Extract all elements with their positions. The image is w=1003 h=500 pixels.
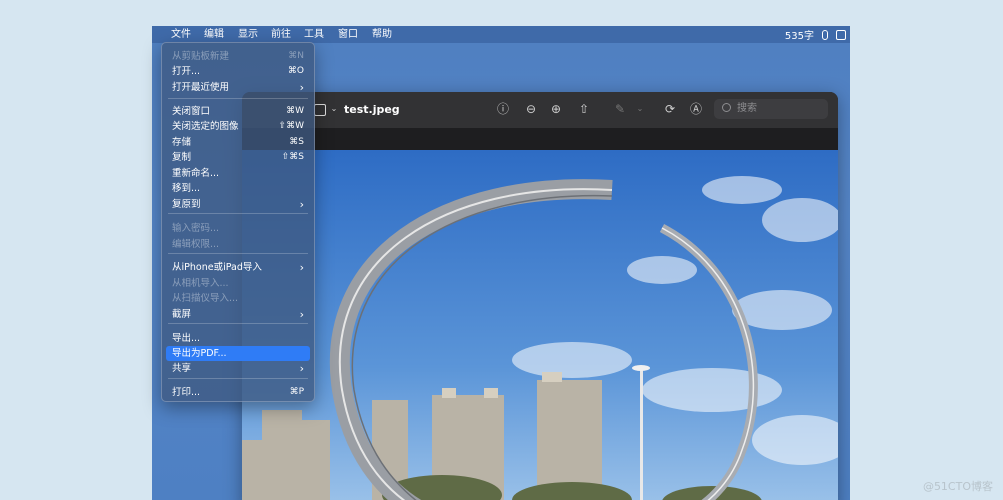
menu-separator: [168, 378, 308, 379]
menu-separator: [168, 323, 308, 324]
chevron-right-icon: ›: [299, 308, 304, 321]
menu-item-duplicate[interactable]: 复制 ⇧⌘S: [166, 150, 310, 165]
menu-help[interactable]: 帮助: [372, 26, 392, 43]
shortcut-label: ⌘N: [288, 51, 304, 61]
menu-go[interactable]: 前往: [271, 26, 291, 43]
chevron-down-icon[interactable]: ⌄: [326, 101, 342, 117]
menu-item-save[interactable]: 存储 ⌘S: [166, 135, 310, 150]
chevron-right-icon: ›: [299, 81, 304, 94]
markup-pen-icon[interactable]: ✎: [612, 101, 628, 117]
info-icon[interactable]: ⓘ: [495, 101, 511, 117]
menu-item-print[interactable]: 打印... ⌘P: [166, 385, 310, 400]
share-icon[interactable]: ⇧: [576, 101, 592, 117]
menu-item-export-as-pdf[interactable]: 导出为PDF...: [166, 346, 310, 361]
microphone-icon[interactable]: [822, 29, 828, 40]
menu-item-close-window[interactable]: 关闭窗口 ⌘W: [166, 104, 310, 119]
shortcut-label: ⌘P: [289, 387, 304, 397]
menu-item-label: 导出为PDF...: [172, 348, 227, 359]
menu-separator: [168, 98, 308, 99]
menu-item-label: 编辑权限...: [172, 239, 220, 250]
menu-item-label: 关闭窗口: [172, 106, 211, 117]
menu-item-export[interactable]: 导出...: [166, 331, 310, 346]
menu-item-screenshot[interactable]: 截屏 ›: [166, 307, 310, 322]
shortcut-label: ⇧⌘S: [281, 152, 304, 162]
zoom-out-icon[interactable]: ⊖: [523, 101, 539, 117]
toolbar: ⌄ test.jpeg ⓘ ⊖ ⊕ ⇧ ✎ ⌄ ⟳ Ⓐ 搜索: [242, 92, 838, 128]
window-title: test.jpeg: [344, 103, 400, 116]
watermark: @51CTO博客: [922, 480, 993, 493]
menu-bar: 文件 编辑 显示 前往 工具 窗口 帮助 535字: [152, 26, 850, 43]
preview-window: ⌄ test.jpeg ⓘ ⊖ ⊕ ⇧ ✎ ⌄ ⟳ Ⓐ 搜索: [242, 92, 838, 500]
photo-image: [242, 150, 838, 500]
chevron-right-icon: ›: [299, 362, 304, 375]
markup-chevron-icon[interactable]: ⌄: [632, 101, 648, 117]
rotate-icon[interactable]: ⟳: [662, 101, 678, 117]
menu-item-label: 从iPhone或iPad导入: [172, 262, 262, 273]
menu-view[interactable]: 显示: [238, 26, 258, 43]
zoom-in-icon[interactable]: ⊕: [548, 101, 564, 117]
search-placeholder: 搜索: [737, 103, 757, 114]
menu-edit[interactable]: 编辑: [204, 26, 224, 43]
search-icon: [722, 103, 731, 112]
menu-item-label: 导出...: [172, 333, 201, 344]
menu-item-label: 重新命名...: [172, 168, 220, 179]
toolbar-strip: [242, 128, 838, 150]
menu-item-new-from-clipboard[interactable]: 从剪贴板新建 ⌘N: [166, 49, 310, 64]
menu-item-label: 从扫描仪导入...: [172, 293, 239, 304]
menu-item-share[interactable]: 共享 ›: [166, 361, 310, 376]
shortcut-label: ⌘O: [287, 66, 304, 76]
menu-file[interactable]: 文件: [165, 26, 197, 43]
menu-item-label: 打开最近使用: [172, 82, 230, 93]
file-menu-dropdown: 从剪贴板新建 ⌘N 打开... ⌘O 打开最近使用 › 关闭窗口 ⌘W 关闭选定的图像 ⇧⌘W 存储…: [161, 42, 315, 402]
menu-item-label: 输入密码...: [172, 223, 220, 234]
chevron-right-icon: ›: [299, 261, 304, 274]
menu-item-label: 存储: [172, 137, 192, 148]
sidebar-toggle-icon[interactable]: [314, 104, 326, 116]
menu-item-import-from-iphone[interactable]: 从iPhone或iPad导入 ›: [166, 260, 310, 275]
search-field[interactable]: 搜索: [714, 99, 828, 119]
control-center-icon[interactable]: [836, 29, 846, 40]
menu-separator: [168, 253, 308, 254]
menu-item-label: 截屏: [172, 309, 192, 320]
shortcut-label: ⇧⌘W: [278, 121, 304, 131]
menu-item-rename[interactable]: 重新命名...: [166, 166, 310, 181]
menu-separator: [168, 213, 308, 214]
menu-item-close-selected-image[interactable]: 关闭选定的图像 ⇧⌘W: [166, 119, 310, 134]
menu-item-open[interactable]: 打开... ⌘O: [166, 64, 310, 79]
menu-item-import-from-scanner[interactable]: 从扫描仪导入...: [166, 291, 310, 306]
menu-item-label: 共享: [172, 363, 192, 374]
menu-item-move-to[interactable]: 移到...: [166, 181, 310, 196]
menu-item-open-recent[interactable]: 打开最近使用 ›: [166, 80, 310, 95]
menu-item-label: 关闭选定的图像: [172, 121, 239, 132]
menu-item-label: 从相机导入...: [172, 278, 229, 289]
menu-item-enter-password[interactable]: 输入密码...: [166, 221, 310, 236]
menu-tools[interactable]: 工具: [304, 26, 324, 43]
menu-item-import-from-camera[interactable]: 从相机导入...: [166, 276, 310, 291]
annotate-icon[interactable]: Ⓐ: [688, 101, 704, 117]
menu-item-label: 打开...: [172, 66, 201, 77]
menu-item-label: 复原到: [172, 199, 201, 210]
menu-item-label: 移到...: [172, 183, 201, 194]
menu-item-label: 从剪贴板新建: [172, 51, 230, 62]
word-count[interactable]: 535字: [785, 27, 814, 42]
menu-item-label: 复制: [172, 152, 192, 163]
shortcut-label: ⌘S: [289, 137, 304, 147]
menu-window[interactable]: 窗口: [338, 26, 358, 43]
shortcut-label: ⌘W: [286, 106, 304, 116]
menu-item-edit-permissions[interactable]: 编辑权限...: [166, 237, 310, 252]
chevron-right-icon: ›: [299, 198, 304, 211]
image-canvas[interactable]: [242, 150, 838, 500]
menu-item-label: 打印...: [172, 387, 201, 398]
menu-item-revert-to[interactable]: 复原到 ›: [166, 197, 310, 212]
